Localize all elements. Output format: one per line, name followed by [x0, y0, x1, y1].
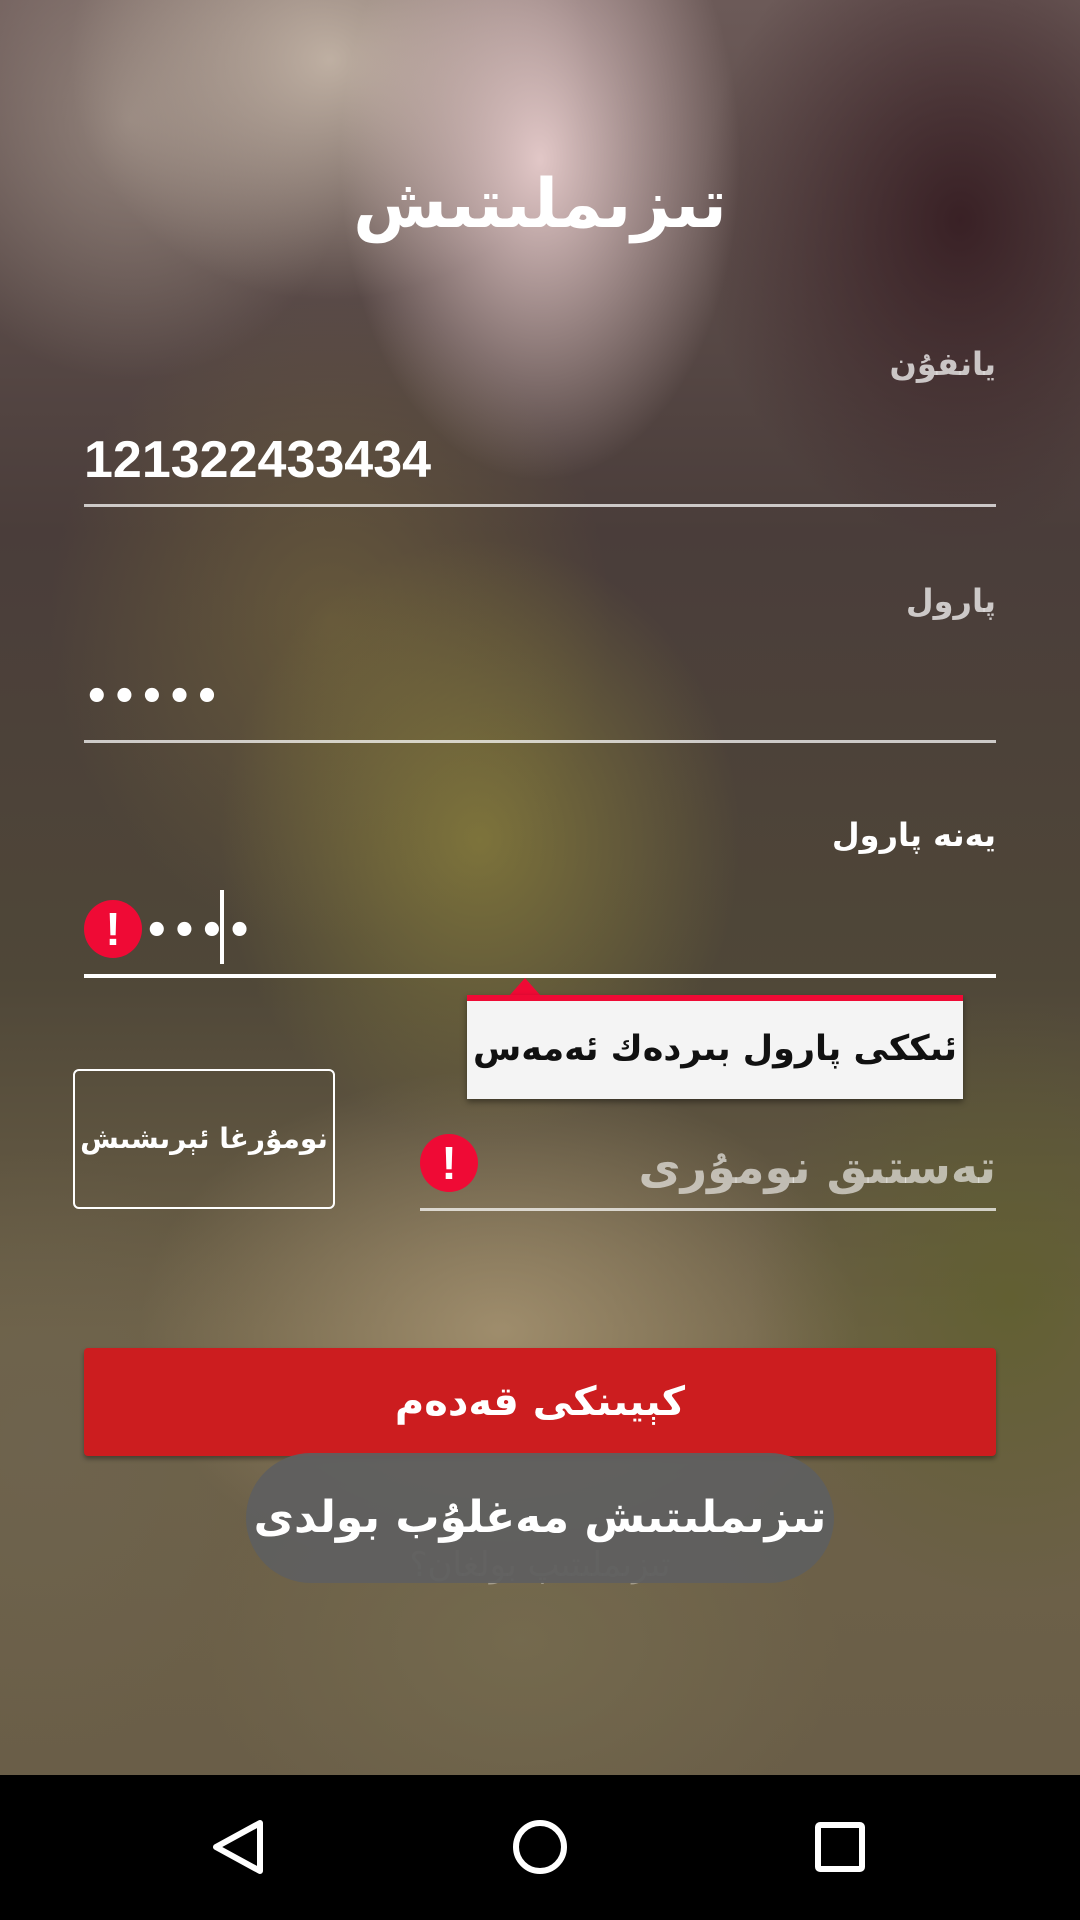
verification-code-field[interactable]: ! تەستىق نومۇرى [420, 1130, 996, 1211]
text-cursor [220, 890, 224, 964]
next-step-button[interactable]: كېيىنكى قەدەم [84, 1348, 996, 1456]
home-icon[interactable] [490, 1797, 590, 1897]
error-icon: ! [420, 1134, 478, 1192]
back-icon[interactable] [190, 1797, 290, 1897]
confirm-password-field[interactable]: ! •••• [84, 890, 996, 978]
register-screen: تىزىملىتىش يانفۇن 121322433434 پارول •••… [0, 0, 1080, 1920]
recents-icon[interactable] [790, 1797, 890, 1897]
password-value: ••••• [84, 674, 222, 720]
error-tooltip: ئىككى پارول بىردەك ئەمەس [467, 995, 963, 1099]
confirm-password-value: •••• [144, 908, 255, 954]
password-field[interactable]: ••••• [84, 660, 996, 743]
verification-code-placeholder: تەستىق نومۇرى [638, 1140, 996, 1194]
page-title: تىزىملىتىش [353, 165, 727, 244]
tooltip-arrow [509, 978, 541, 996]
system-nav-bar [0, 1775, 1080, 1920]
phone-field[interactable]: 121322433434 [84, 424, 996, 507]
confirm-password-label: يەنە پارول [831, 816, 996, 854]
phone-value: 121322433434 [84, 431, 432, 489]
get-code-button[interactable]: نومۇرغا ئېرىشىش [73, 1069, 335, 1209]
phone-label: يانفۇن [889, 345, 996, 383]
password-label: پارول [905, 582, 996, 620]
error-icon: ! [84, 900, 142, 958]
toast-message: تىزىملىتىش مەغلۇب بولدى [246, 1453, 834, 1583]
